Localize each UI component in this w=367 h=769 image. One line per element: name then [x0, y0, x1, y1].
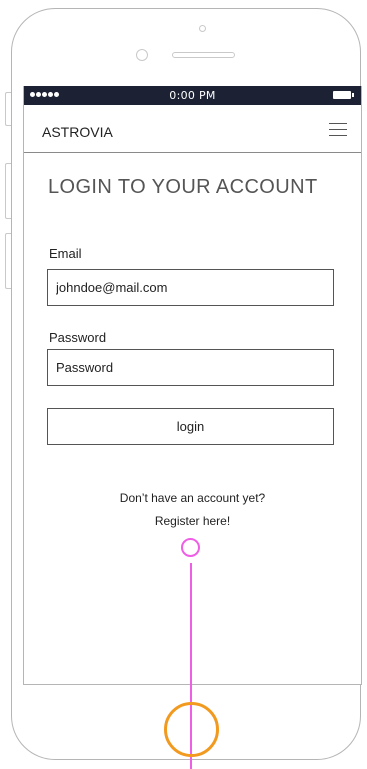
flow-connector-dot	[181, 538, 200, 557]
sensor-icon	[136, 49, 148, 61]
speaker-grille	[172, 52, 235, 58]
page-title: LOGIN TO YOUR ACCOUNT	[48, 176, 318, 198]
password-field[interactable]	[47, 349, 334, 386]
password-label: Password	[49, 330, 107, 345]
brand-logo-text[interactable]: ASTROVIA	[42, 124, 113, 140]
status-bar: 0:00 PM	[24, 86, 361, 105]
home-button[interactable]	[164, 702, 219, 757]
register-link[interactable]: Register here!	[24, 514, 361, 528]
camera-icon	[199, 25, 206, 32]
register-prompt: Don’t have an account yet?	[119, 491, 266, 505]
navbar: ASTROVIA	[24, 105, 361, 153]
phone-screen: 0:00 PM ASTROVIA LOGIN TO YOUR ACCOUNT E…	[23, 86, 362, 685]
login-button[interactable]: login	[47, 408, 334, 445]
battery-icon	[333, 91, 354, 99]
status-time: 0:00 PM	[169, 89, 216, 102]
hamburger-menu-icon[interactable]	[329, 123, 347, 136]
email-field[interactable]	[47, 269, 334, 306]
email-label: Email	[49, 246, 82, 261]
